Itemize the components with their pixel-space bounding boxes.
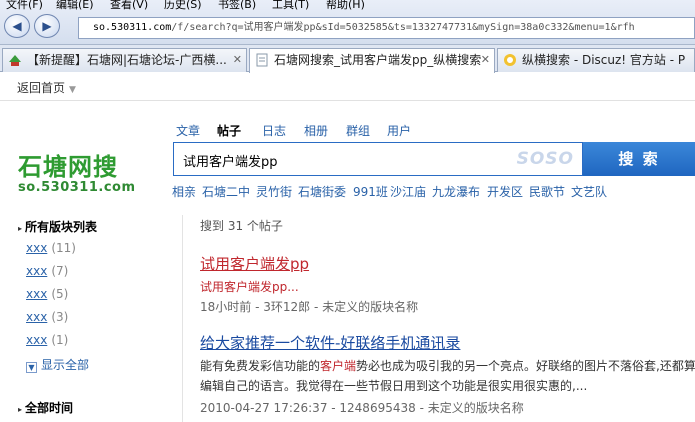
address-bar[interactable]: so.530311.com/f/search?q=试用客户端发pp&sId=50… [78, 17, 695, 39]
discuz-favicon-icon [504, 54, 516, 66]
tab-shitang-forum[interactable]: 【新提醒】石塘网|石塘论坛-广西横... ✕ [2, 48, 247, 72]
back-nav-button[interactable]: ◀ [4, 14, 30, 38]
caret-right-icon: ▸ [18, 224, 23, 233]
menu-help[interactable]: 帮助(H) [326, 0, 365, 12]
logo-domain: so.530311.com [18, 180, 136, 195]
site-logo[interactable]: 石塘网搜 so.530311.com [18, 147, 136, 195]
result-meta: 18小时前 - 3环12郎 - 未定义的版块名称 [200, 300, 419, 314]
result-title[interactable]: 试用客户端发pp [200, 253, 309, 274]
result-title[interactable]: 给大家推荐一个软件-好联络手机通讯录 [200, 332, 460, 353]
top-nav: 返回首页 ▼ [0, 73, 695, 101]
forum-filter-item[interactable]: xxx (3) [26, 310, 68, 324]
tab-label: 纵横搜索 - Discuz! 官方站 - P [522, 53, 686, 67]
menu-tools[interactable]: 工具(T) [272, 0, 309, 12]
arrow-right-icon: ▶ [42, 19, 52, 33]
time-filter-heading[interactable]: ▸ 全部时间 [18, 399, 73, 416]
url-host: so.530311.com [93, 22, 172, 33]
search-button[interactable]: 搜 索 [583, 142, 695, 176]
forum-filter-item[interactable]: xxx (7) [26, 264, 68, 278]
column-divider [182, 215, 183, 422]
result-snippet: 能有免费发彩信功能的客户端势必也成为吸引我的另一个亮点。好联络的图片不落俗套,还… [200, 359, 695, 373]
result-snippet: 试用客户端发pp... [200, 280, 299, 294]
result-snippet-line2: 编辑自己的语言。我觉得在一些节假日用到这个功能是很实用很实惠的,... [200, 379, 588, 393]
close-icon[interactable]: ✕ [481, 49, 490, 71]
menu-view[interactable]: 查看(V) [110, 0, 148, 12]
url-path: /f/search?q=试用客户端发pp&sId=5032585&ts=1332… [171, 22, 635, 33]
show-all-link[interactable]: ▼ 显示全部 [26, 356, 89, 373]
forum-filter-item[interactable]: xxx (1) [26, 333, 68, 347]
hot-word[interactable]: 灵竹街 [256, 183, 292, 200]
tab-articles[interactable]: 文章 [176, 122, 200, 139]
arrow-left-icon: ◀ [12, 19, 22, 33]
caret-right-icon: ▸ [18, 405, 23, 414]
hot-word[interactable]: 沙江庙 [390, 183, 426, 200]
search-input[interactable]: 试用客户端发pp SOSO [173, 142, 583, 176]
hot-word[interactable]: 相亲 [172, 183, 196, 200]
expand-icon: ▼ [26, 362, 37, 373]
forward-nav-button[interactable]: ▶ [34, 14, 60, 38]
tab-users[interactable]: 用户 [387, 122, 411, 139]
back-home-label: 返回首页 [17, 81, 66, 95]
filter-sidebar: ▸ 所有版块列表 xxx (11) xxx (7) xxx (5) xxx (3) xxx… [0, 210, 180, 422]
hot-word[interactable]: 民歌节 [529, 183, 565, 200]
search-query: 试用客户端发pp [183, 155, 278, 170]
menu-edit[interactable]: 编辑(E) [56, 0, 94, 12]
forum-filter-item[interactable]: xxx (5) [26, 287, 68, 301]
soso-watermark: SOSO [516, 149, 574, 169]
logo-text: 石塘网搜 [18, 153, 118, 181]
hot-word[interactable]: 九龙瀑布 [432, 183, 480, 200]
browser-toolbar: 文件(F) 编辑(E) 查看(V) 历史(S) 书签(B) 工具(T) 帮助(H… [0, 0, 695, 45]
result-meta: 2010-04-27 17:26:37 - 1248695438 - 未定义的版… [200, 401, 524, 415]
hot-word[interactable]: 石塘二中 [202, 183, 250, 200]
tab-label: 石塘网搜索_试用客户端发pp_纵横搜索 [274, 53, 482, 67]
hot-word[interactable]: 文艺队 [571, 183, 607, 200]
menu-bookmarks[interactable]: 书签(B) [218, 0, 256, 12]
menu-bar: 文件(F) 编辑(E) 查看(V) 历史(S) 书签(B) 工具(T) 帮助(H… [0, 0, 695, 12]
hot-word[interactable]: 991班 [353, 183, 388, 200]
tab-search-results[interactable]: 石塘网搜索_试用客户端发pp_纵横搜索 ✕ [249, 48, 495, 73]
chevron-down-icon: ▼ [69, 85, 76, 95]
tab-albums[interactable]: 相册 [304, 122, 328, 139]
result-count: 搜到 31 个帖子 [200, 219, 283, 233]
hot-word[interactable]: 石塘街委 [298, 183, 346, 200]
tab-strip: 【新提醒】石塘网|石塘论坛-广西横... ✕ 石塘网搜索_试用客户端发pp_纵横… [0, 45, 695, 73]
page-icon [256, 53, 268, 67]
menu-history[interactable]: 历史(S) [164, 0, 202, 12]
tab-discuz[interactable]: 纵横搜索 - Discuz! 官方站 - P [497, 48, 695, 72]
tab-groups[interactable]: 群组 [346, 122, 370, 139]
hot-word[interactable]: 开发区 [487, 183, 523, 200]
tab-logs[interactable]: 日志 [262, 122, 286, 139]
tab-posts[interactable]: 帖子 [217, 122, 241, 139]
close-icon[interactable]: ✕ [233, 49, 242, 71]
forum-list-heading: ▸ 所有版块列表 [18, 220, 98, 234]
menu-file[interactable]: 文件(F) [6, 0, 43, 12]
back-home-link[interactable]: 返回首页 ▼ [17, 79, 76, 96]
forum-filter-item[interactable]: xxx (11) [26, 241, 76, 255]
site-favicon-icon [9, 55, 21, 66]
tab-label: 【新提醒】石塘网|石塘论坛-广西横... [27, 53, 227, 67]
